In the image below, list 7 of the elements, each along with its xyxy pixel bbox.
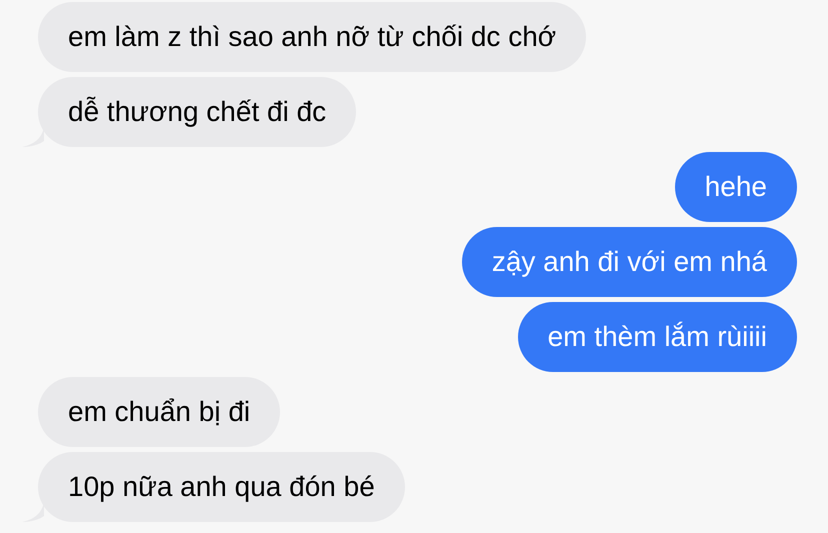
message-bubble: dễ thương chết đi đc [38,77,356,147]
message-bubble: em chuẩn bị đi [38,377,280,447]
message-bubble: hehe [674,152,797,222]
message-bubble: 10p nữa anh qua đón bé [38,452,405,522]
message-bubble: em thèm lắm rùiiii [518,302,797,372]
message-bubble: zậy anh đi với em nhá [462,227,797,297]
message-bubble: em làm z thì sao anh nỡ từ chối dc chớ [38,2,586,72]
